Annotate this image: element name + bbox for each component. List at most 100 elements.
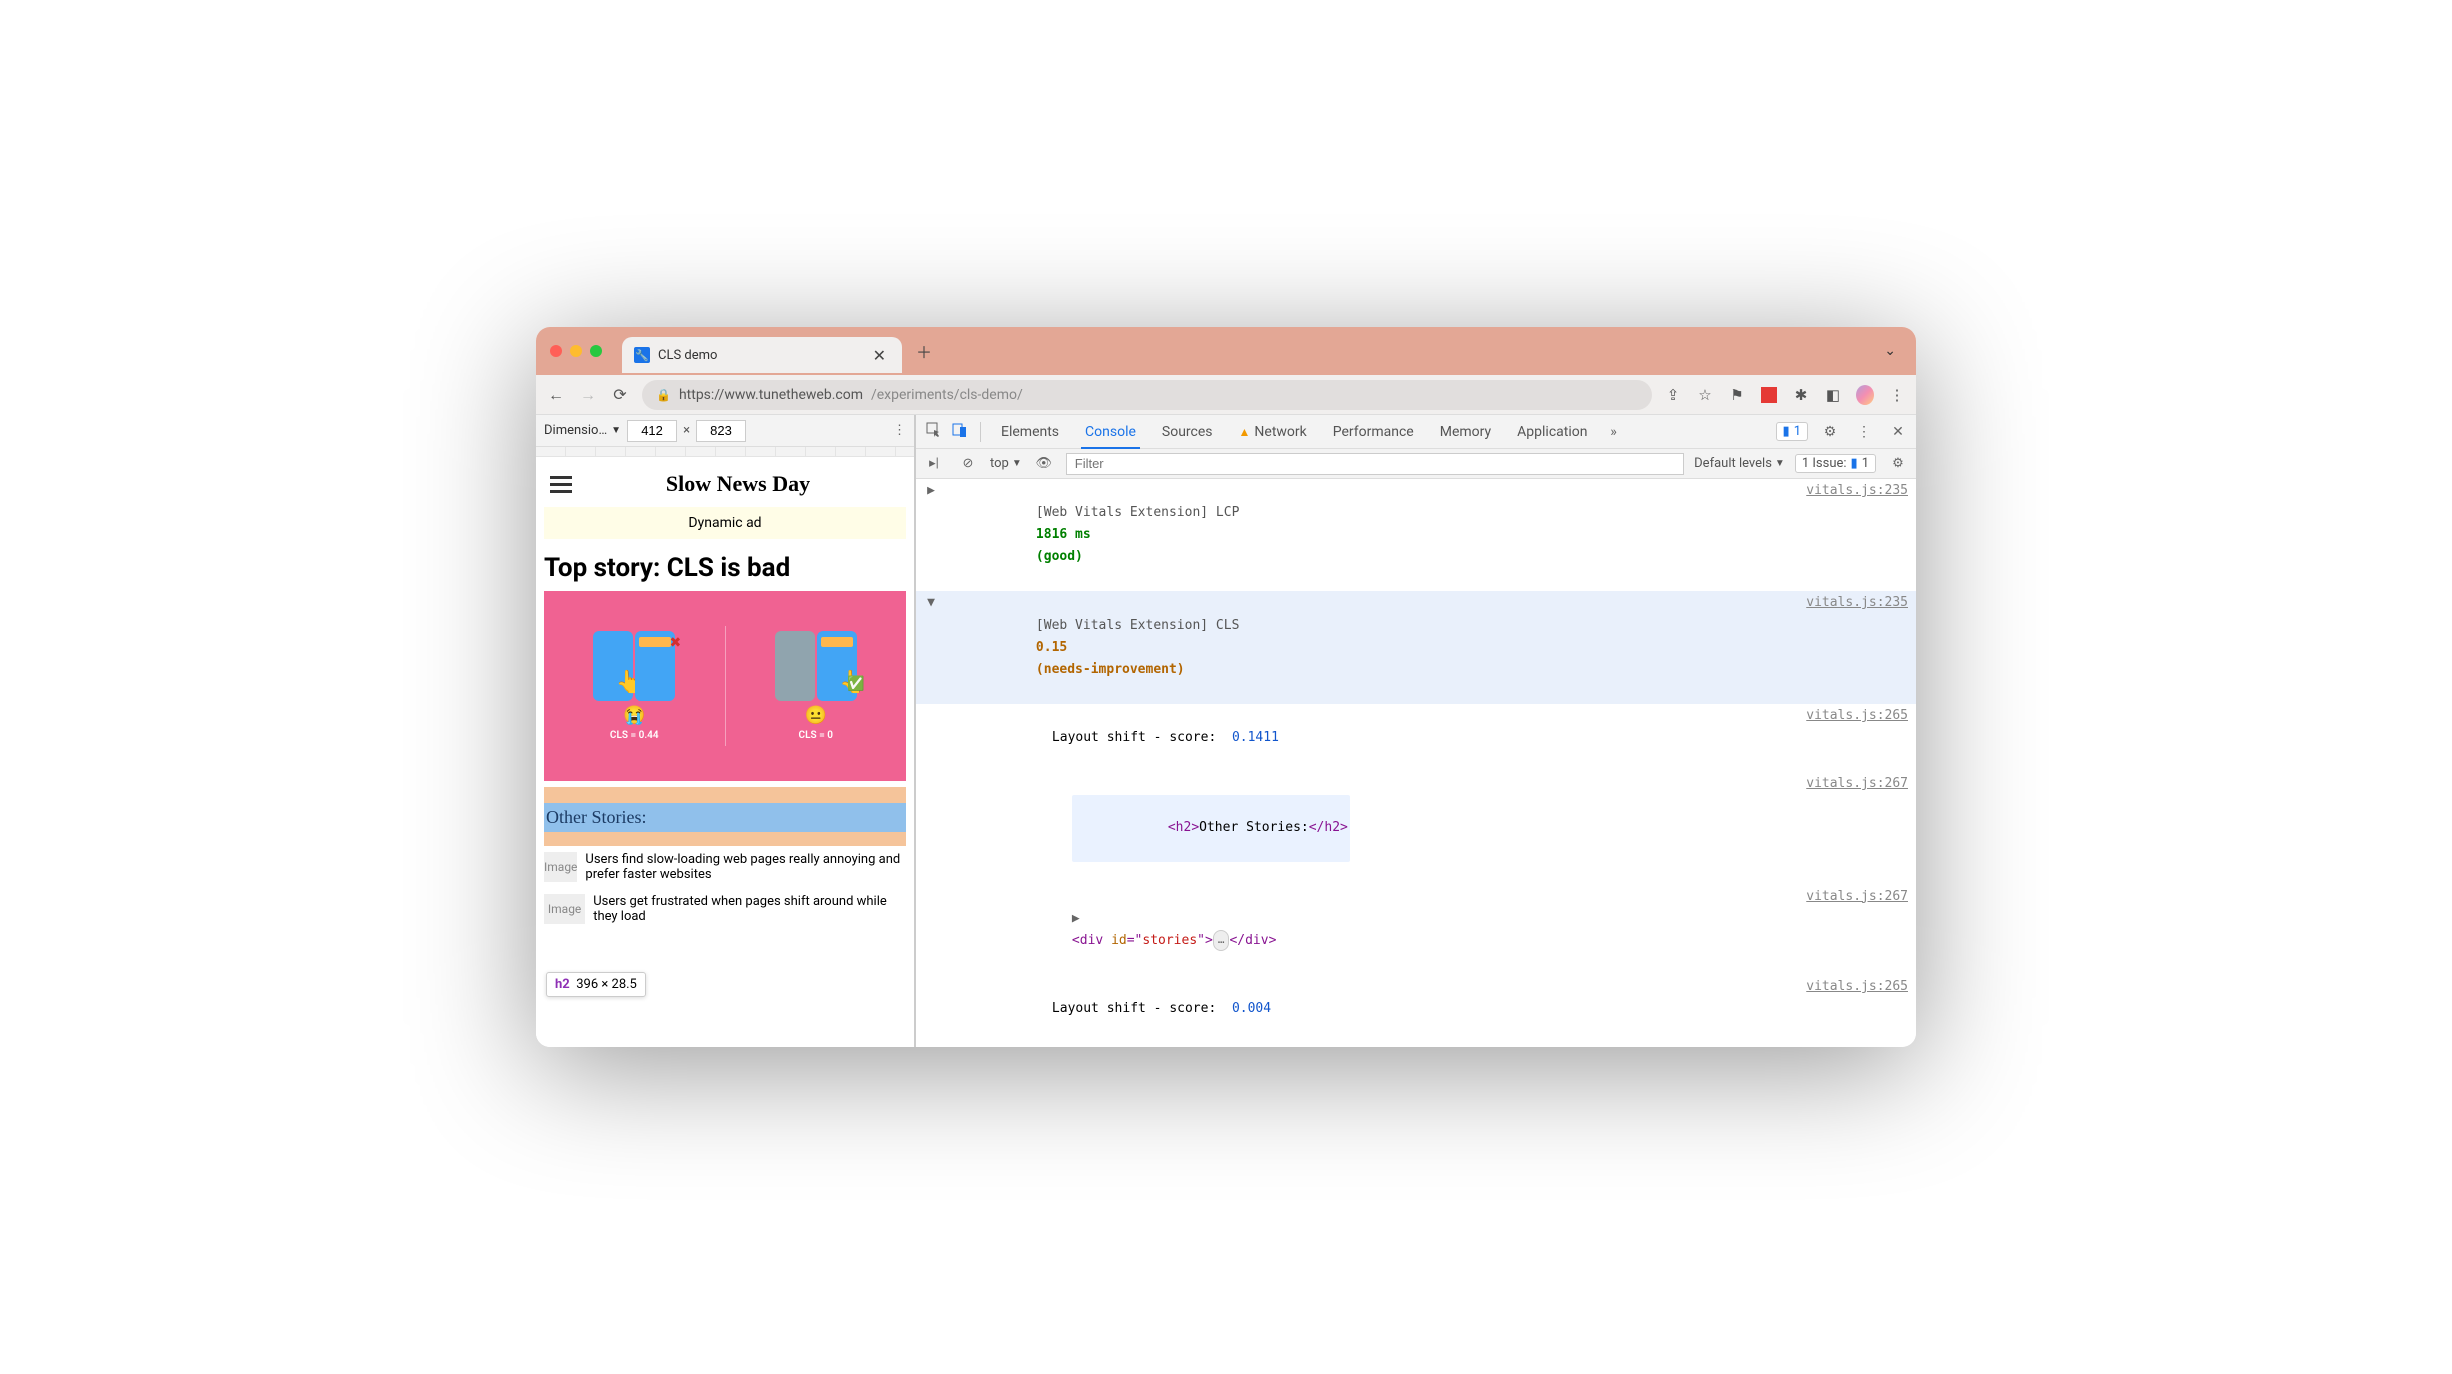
tab-title: CLS demo (658, 348, 861, 363)
console-log-row[interactable]: ▶ [Web Vitals Extension] LCP 1816 ms (go… (916, 479, 1916, 591)
devtools-tab-bar: Elements Console Sources ▲Network Perfor… (916, 415, 1916, 449)
url-host: https://www.tunetheweb.com (679, 387, 863, 403)
tabs-overflow-icon[interactable]: » (1601, 424, 1625, 440)
forward-button[interactable]: → (578, 385, 598, 405)
browser-tab[interactable]: 🔧 CLS demo ✕ (622, 337, 902, 373)
back-button[interactable]: ← (546, 385, 566, 405)
device-mode-panel: Dimensio… ▼ × ⋮ Slow News Day Dynamic ad… (536, 415, 916, 1047)
tab-sources[interactable]: Sources (1150, 415, 1225, 448)
flag-icon[interactable]: ⚑ (1728, 386, 1746, 404)
story-list-item[interactable]: Image Users find slow-loading web pages … (544, 846, 906, 888)
devtools-close-icon[interactable]: ✕ (1886, 424, 1910, 440)
source-link[interactable]: vitals.js:267 (1794, 1044, 1908, 1047)
tab-overflow-icon[interactable]: ⌄ (1878, 337, 1902, 365)
tab-network[interactable]: ▲Network (1227, 415, 1319, 448)
story-thumbnail: Image (544, 852, 577, 882)
device-width-input[interactable] (627, 420, 677, 442)
extensions-icon[interactable]: ✱ (1792, 386, 1810, 404)
crying-face-icon: 😭 (623, 705, 645, 726)
ad-banner: Dynamic ad (544, 507, 906, 539)
live-expression-icon[interactable]: 👁 (1032, 456, 1056, 471)
source-link[interactable]: vitals.js:265 (1794, 705, 1908, 771)
execution-context-selector[interactable]: top ▼ (990, 456, 1022, 471)
source-link[interactable]: vitals.js:235 (1794, 592, 1908, 702)
browser-menu-icon[interactable]: ⋮ (1888, 386, 1906, 404)
browser-toolbar: ← → ⟳ 🔒 https://www.tunetheweb.com/exper… (536, 375, 1916, 415)
issues-counter-button[interactable]: ▮1 (1776, 422, 1808, 441)
clear-console-icon[interactable]: ⊘ (956, 456, 980, 471)
tooltip-tag: h2 (555, 977, 570, 992)
maximize-window-icon[interactable] (590, 345, 602, 357)
console-log-row[interactable]: <h1>Top story: CLS is bad</h1> vitals.js… (916, 1043, 1916, 1047)
issues-shortcut[interactable]: 1 Issue: ▮1 (1795, 454, 1876, 473)
minimize-window-icon[interactable] (570, 345, 582, 357)
device-height-input[interactable] (696, 420, 746, 442)
console-log-row[interactable]: <h2>Other Stories:</h2> vitals.js:267 (916, 772, 1916, 884)
hamburger-menu-icon[interactable] (548, 474, 574, 495)
console-filter-input[interactable] (1066, 453, 1684, 475)
panel-icon[interactable]: ◧ (1824, 386, 1842, 404)
top-story-heading: Top story: CLS is bad (544, 553, 906, 583)
tab-memory[interactable]: Memory (1428, 415, 1503, 448)
devtools-panel: Elements Console Sources ▲Network Perfor… (916, 415, 1916, 1047)
console-filter-bar: ▸| ⊘ top ▼ 👁 Default levels ▼ 1 Issue: ▮… (916, 449, 1916, 479)
layout-shift-highlight (544, 832, 906, 846)
extension-red-square[interactable] (1760, 386, 1778, 404)
message-icon: ▮ (1851, 456, 1858, 471)
story-list-item[interactable]: Image Users get frustrated when pages sh… (544, 888, 906, 930)
warning-icon: ▲ (1239, 425, 1251, 439)
other-stories-heading: Other Stories: (544, 803, 906, 832)
console-settings-icon[interactable]: ⚙ (1886, 456, 1910, 471)
log-levels-selector[interactable]: Default levels ▼ (1694, 456, 1785, 471)
dimensions-caret-icon[interactable]: ▼ (611, 425, 621, 436)
devtools-menu-icon[interactable]: ⋮ (1852, 424, 1876, 440)
site-title: Slow News Day (574, 471, 902, 497)
profile-avatar[interactable] (1856, 386, 1874, 404)
address-bar[interactable]: 🔒 https://www.tunetheweb.com/experiments… (642, 380, 1652, 410)
hero-right-label: CLS = 0 (799, 730, 833, 741)
source-link[interactable]: vitals.js:265 (1794, 976, 1908, 1042)
tab-performance[interactable]: Performance (1321, 415, 1426, 448)
console-log-row[interactable]: ▶ <div id="stories">…</div> vitals.js:26… (916, 885, 1916, 975)
console-log-row[interactable]: Layout shift - score: 0.004 vitals.js:26… (916, 975, 1916, 1043)
story-headline: Users find slow-loading web pages really… (585, 852, 906, 882)
chevron-down-icon: ▼ (1775, 458, 1785, 469)
lock-icon: 🔒 (656, 388, 671, 402)
devtools-settings-icon[interactable]: ⚙ (1818, 424, 1842, 440)
tab-console[interactable]: Console (1073, 415, 1148, 448)
device-viewport: Slow News Day Dynamic ad Top story: CLS … (536, 457, 914, 1047)
bookmark-icon[interactable]: ☆ (1696, 386, 1714, 404)
tab-favicon: 🔧 (634, 347, 650, 363)
show-console-sidebar-icon[interactable]: ▸| (922, 456, 946, 471)
reload-button[interactable]: ⟳ (610, 385, 630, 404)
console-log-view: ▶ [Web Vitals Extension] LCP 1816 ms (go… (916, 479, 1916, 1047)
collapse-caret-icon[interactable]: ▼ (924, 592, 938, 702)
tab-application[interactable]: Application (1505, 415, 1599, 448)
device-dimensions-bar: Dimensio… ▼ × ⋮ (536, 415, 914, 447)
close-tab-icon[interactable]: ✕ (869, 342, 890, 369)
page-content: Slow News Day Dynamic ad Top story: CLS … (544, 465, 906, 930)
share-icon[interactable]: ⇪ (1664, 386, 1682, 404)
device-toggle-icon[interactable] (948, 422, 972, 442)
tab-elements[interactable]: Elements (989, 415, 1071, 448)
source-link[interactable]: vitals.js:235 (1794, 480, 1908, 590)
source-link[interactable]: vitals.js:267 (1794, 886, 1908, 974)
new-tab-button[interactable]: ＋ (912, 335, 936, 367)
expand-caret-icon[interactable]: ▶ (924, 480, 938, 590)
device-ruler (536, 447, 914, 457)
url-path: /experiments/cls-demo/ (871, 387, 1023, 403)
expand-caret-icon[interactable]: ▶ (1072, 908, 1084, 930)
close-window-icon[interactable] (550, 345, 562, 357)
message-icon: ▮ (1783, 424, 1790, 439)
device-bar-menu-icon[interactable]: ⋮ (893, 423, 906, 438)
window-traffic-lights (550, 345, 602, 357)
chevron-down-icon: ▼ (1012, 458, 1022, 469)
toolbar-actions: ⇪ ☆ ⚑ ✱ ◧ ⋮ (1664, 386, 1906, 404)
element-inspector-tooltip: h2 396 × 28.5 (546, 972, 646, 997)
inspect-element-icon[interactable] (922, 422, 946, 442)
console-log-row[interactable]: Layout shift - score: 0.1411 vitals.js:2… (916, 704, 1916, 772)
source-link[interactable]: vitals.js:267 (1794, 773, 1908, 883)
console-log-row[interactable]: ▼ [Web Vitals Extension] CLS 0.15 (needs… (916, 591, 1916, 703)
neutral-face-icon: 😐 (805, 705, 827, 726)
dimension-x-separator: × (683, 423, 690, 438)
